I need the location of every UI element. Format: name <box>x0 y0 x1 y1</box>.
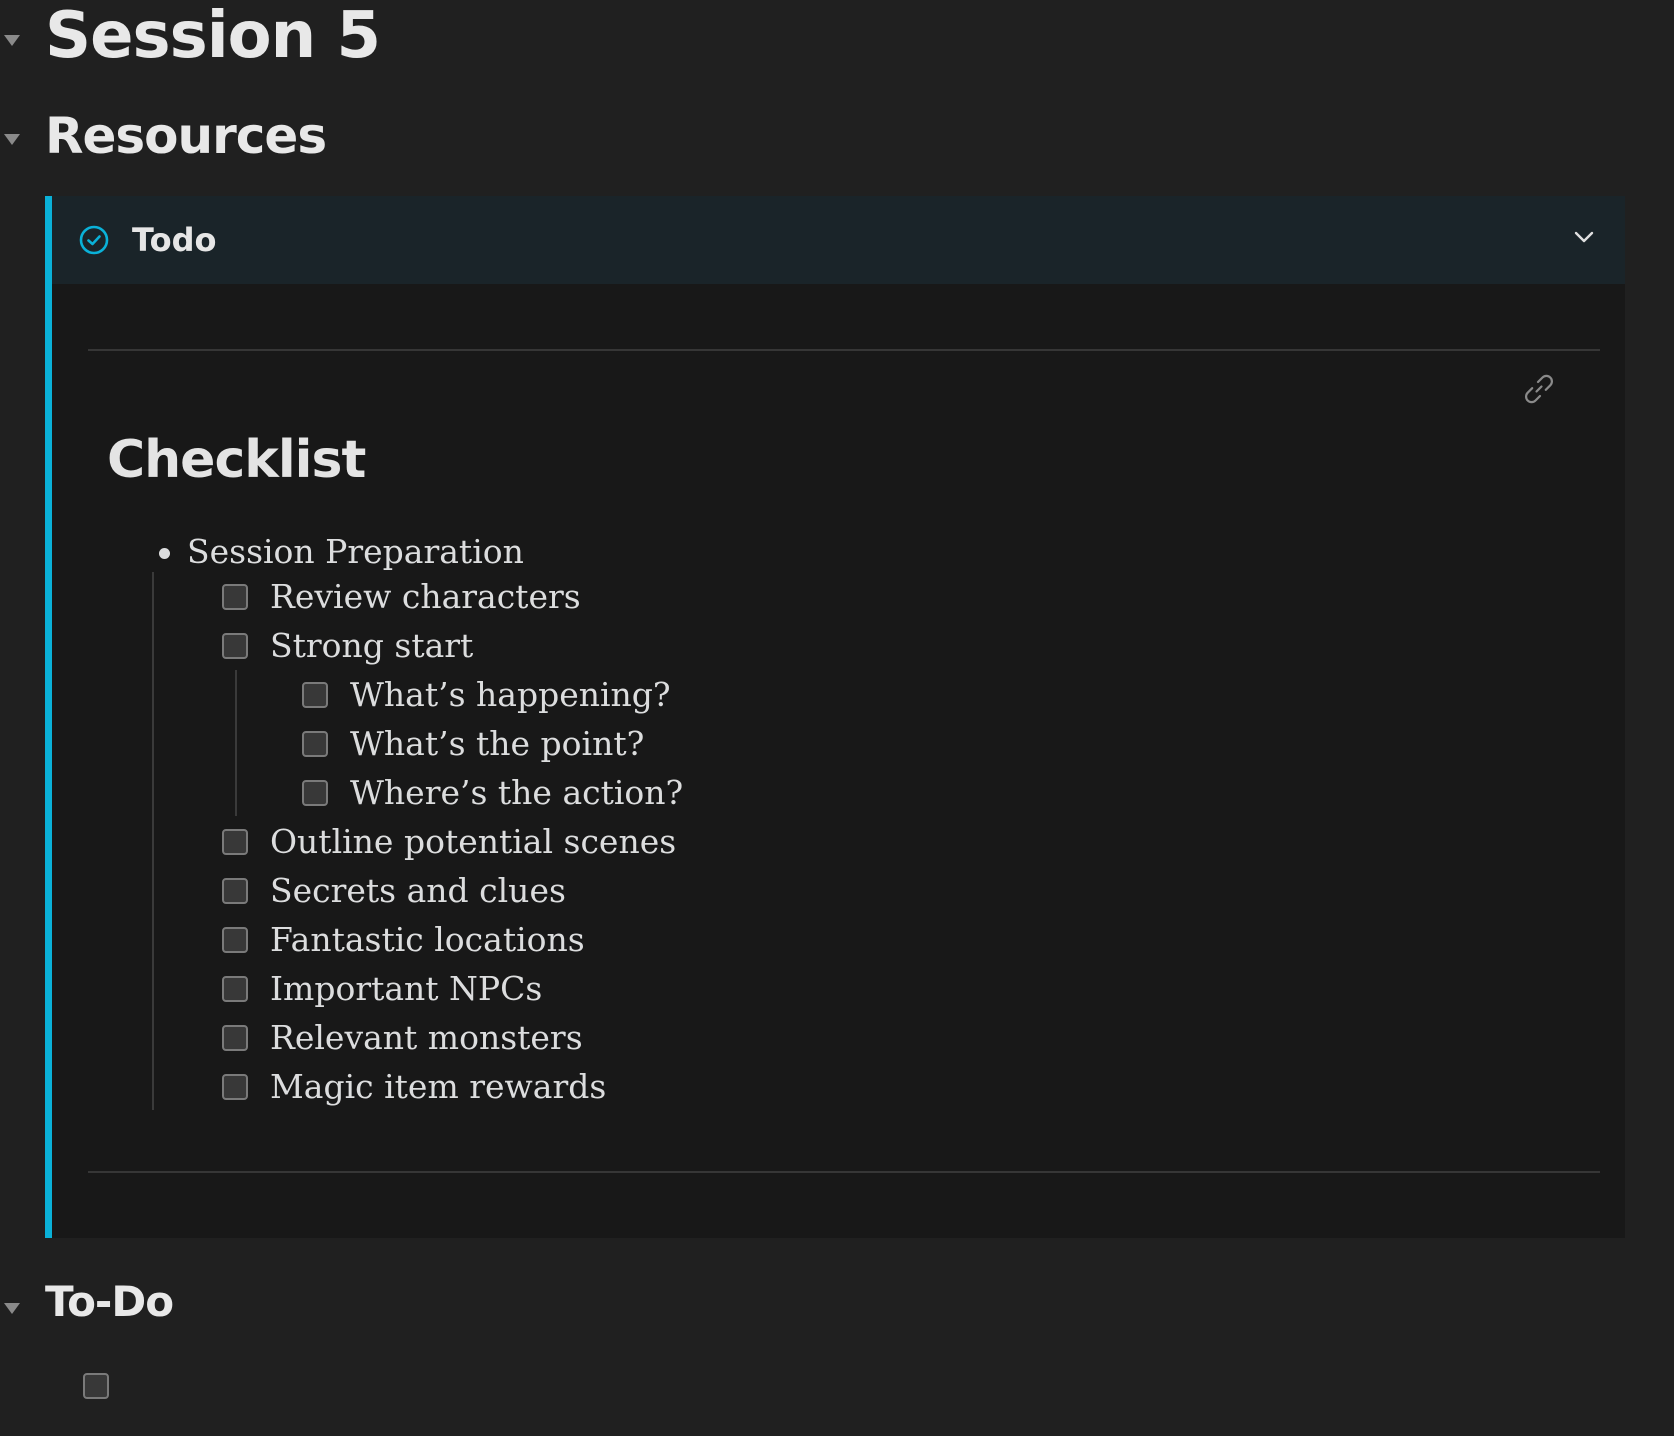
todo-callout: Todo Checklist Session Preparation Revie… <box>45 196 1625 1238</box>
checkbox[interactable] <box>302 780 328 806</box>
fold-triangle-icon[interactable] <box>4 1303 20 1314</box>
indent-guide <box>235 670 237 816</box>
task-item[interactable]: Review characters <box>222 577 581 617</box>
empty-task-checkbox[interactable] <box>83 1373 109 1399</box>
fold-triangle-icon[interactable] <box>4 35 20 46</box>
task-item[interactable]: Relevant monsters <box>222 1018 583 1058</box>
checkbox[interactable] <box>222 1074 248 1100</box>
resources-heading-text: Resources <box>45 107 327 165</box>
task-label: Secrets and clues <box>270 871 566 910</box>
checklist-heading: Checklist <box>107 430 366 490</box>
checkbox[interactable] <box>222 976 248 1002</box>
task-label: Outline potential scenes <box>270 822 677 861</box>
checkbox[interactable] <box>222 829 248 855</box>
task-label: Important NPCs <box>270 969 543 1008</box>
task-item[interactable]: Outline potential scenes <box>222 822 676 862</box>
task-label: Relevant monsters <box>270 1018 583 1057</box>
checkbox[interactable] <box>222 1025 248 1051</box>
task-label: What’s happening? <box>350 675 671 714</box>
task-label: Review characters <box>270 577 581 616</box>
task-item[interactable]: Fantastic locations <box>222 920 585 960</box>
session-heading: Session 5 <box>0 0 1674 80</box>
resources-heading: Resources <box>0 100 1674 170</box>
task-item[interactable]: Important NPCs <box>222 969 542 1009</box>
task-label: Where’s the action? <box>350 773 684 812</box>
callout-header[interactable]: Todo <box>52 196 1625 284</box>
checkbox[interactable] <box>222 878 248 904</box>
checkbox[interactable] <box>302 682 328 708</box>
task-item[interactable]: Secrets and clues <box>222 871 566 911</box>
bullet-icon <box>159 548 170 559</box>
horizontal-rule <box>88 349 1600 351</box>
page-title: Session 5 <box>45 0 381 73</box>
chevron-down-icon[interactable] <box>1571 224 1597 250</box>
todo-heading: To-Do <box>0 1265 1674 1335</box>
list-item-session-preparation: Session Preparation <box>187 532 524 571</box>
task-item[interactable]: Magic item rewards <box>222 1067 606 1107</box>
link-icon[interactable] <box>1520 370 1558 408</box>
task-item-nested[interactable]: Where’s the action? <box>302 773 683 813</box>
todo-heading-text: To-Do <box>45 1277 174 1326</box>
indent-guide <box>152 572 154 1110</box>
checkbox[interactable] <box>302 731 328 757</box>
task-item-nested[interactable]: What’s happening? <box>302 675 671 715</box>
horizontal-rule <box>88 1171 1600 1173</box>
task-item-nested[interactable]: What’s the point? <box>302 724 644 764</box>
task-item[interactable]: Strong start <box>222 626 473 666</box>
checkbox[interactable] <box>222 927 248 953</box>
callout-title: Todo <box>132 221 217 259</box>
check-circle-icon <box>79 225 109 255</box>
task-label: Magic item rewards <box>270 1067 607 1106</box>
task-label: Fantastic locations <box>270 920 585 959</box>
checkbox[interactable] <box>222 633 248 659</box>
fold-triangle-icon[interactable] <box>4 134 20 145</box>
checkbox[interactable] <box>222 584 248 610</box>
task-label: What’s the point? <box>350 724 645 763</box>
task-label: Strong start <box>270 626 474 665</box>
